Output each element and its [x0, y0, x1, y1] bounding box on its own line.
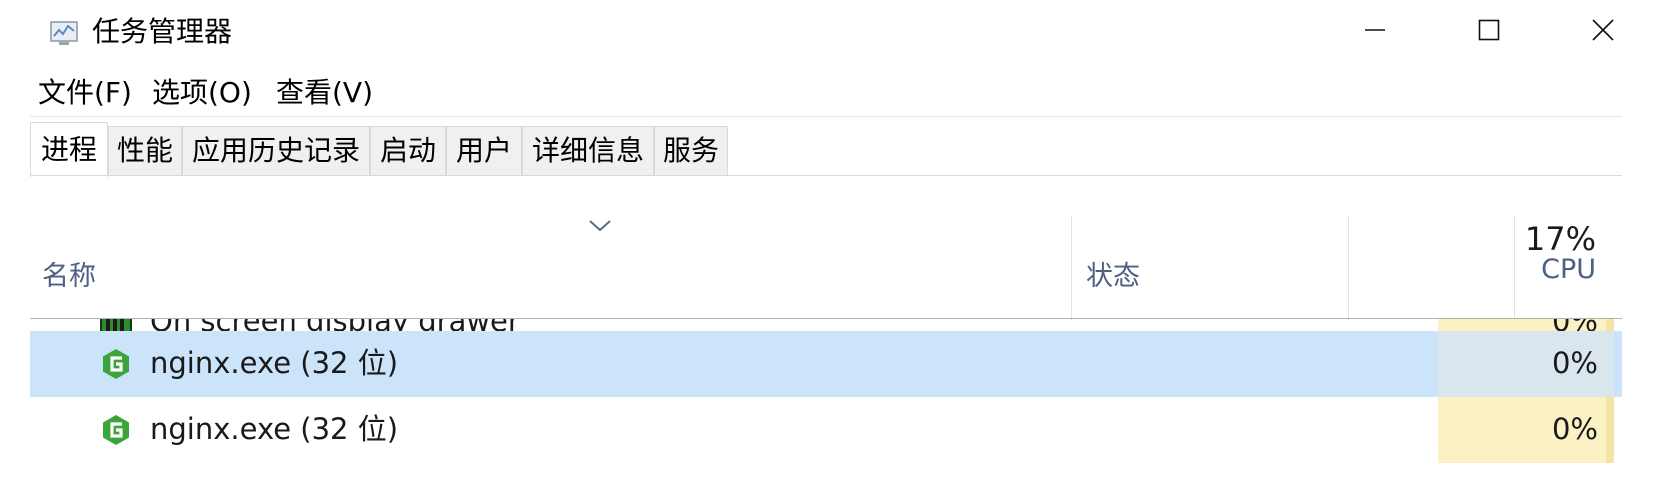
nginx-icon [100, 414, 132, 446]
tab-processes[interactable]: 进程 [30, 122, 108, 177]
close-button[interactable] [1548, 0, 1658, 64]
table-row[interactable]: nginx.exe (32 位) 0% [30, 397, 1622, 463]
menu-bar: 文件(F) 选项(O) 查看(V) [0, 70, 1660, 116]
menu-file[interactable]: 文件(F) [38, 74, 132, 112]
column-status[interactable]: 状态 [1086, 254, 1140, 293]
process-cpu: 0% [1551, 346, 1598, 380]
cpu-cell-edge [1606, 331, 1614, 397]
tab-app-history[interactable]: 应用历史记录 [182, 126, 370, 175]
close-icon [1591, 18, 1615, 46]
maximize-icon [1478, 19, 1500, 45]
process-name: nginx.exe (32 位) [150, 412, 399, 446]
minimize-button[interactable] [1320, 0, 1430, 64]
tab-details[interactable]: 详细信息 [522, 126, 654, 175]
process-name: nginx.exe (32 位) [150, 346, 399, 380]
tab-performance[interactable]: 性能 [108, 126, 182, 175]
tab-strip: 进程 性能 应用历史记录 启动 用户 详细信息 服务 [30, 122, 1630, 177]
minimize-icon [1364, 19, 1386, 45]
cpu-cell-edge [1606, 397, 1614, 463]
window-title: 任务管理器 [92, 15, 233, 48]
column-name[interactable]: 名称 [42, 254, 96, 293]
nginx-icon [100, 348, 132, 380]
cpu-total-percent: 17% [1524, 220, 1596, 258]
tab-startup[interactable]: 启动 [370, 126, 446, 175]
tab-services[interactable]: 服务 [654, 126, 728, 175]
column-header: 名称 状态 17% CPU [30, 214, 1622, 320]
menu-view[interactable]: 查看(V) [276, 74, 373, 112]
column-divider[interactable] [1071, 216, 1072, 320]
column-cpu[interactable]: 17% CPU [1348, 214, 1606, 318]
title-bar: 任务管理器 [0, 0, 1660, 64]
menu-divider [30, 116, 1622, 117]
tab-users[interactable]: 用户 [446, 126, 522, 175]
cpu-column-label: CPU [1541, 254, 1596, 285]
chevron-down-icon[interactable] [587, 218, 613, 238]
column-divider[interactable] [1514, 216, 1515, 320]
menu-options[interactable]: 选项(O) [152, 74, 252, 112]
table-row[interactable]: nginx.exe (32 位) 0% [30, 331, 1622, 397]
maximize-button[interactable] [1434, 0, 1544, 64]
process-list: On screen display drawer 0% nginx.exe (3… [30, 319, 1622, 492]
tab-divider [30, 175, 1622, 176]
process-cpu: 0% [1551, 412, 1598, 446]
task-manager-icon [48, 18, 80, 48]
